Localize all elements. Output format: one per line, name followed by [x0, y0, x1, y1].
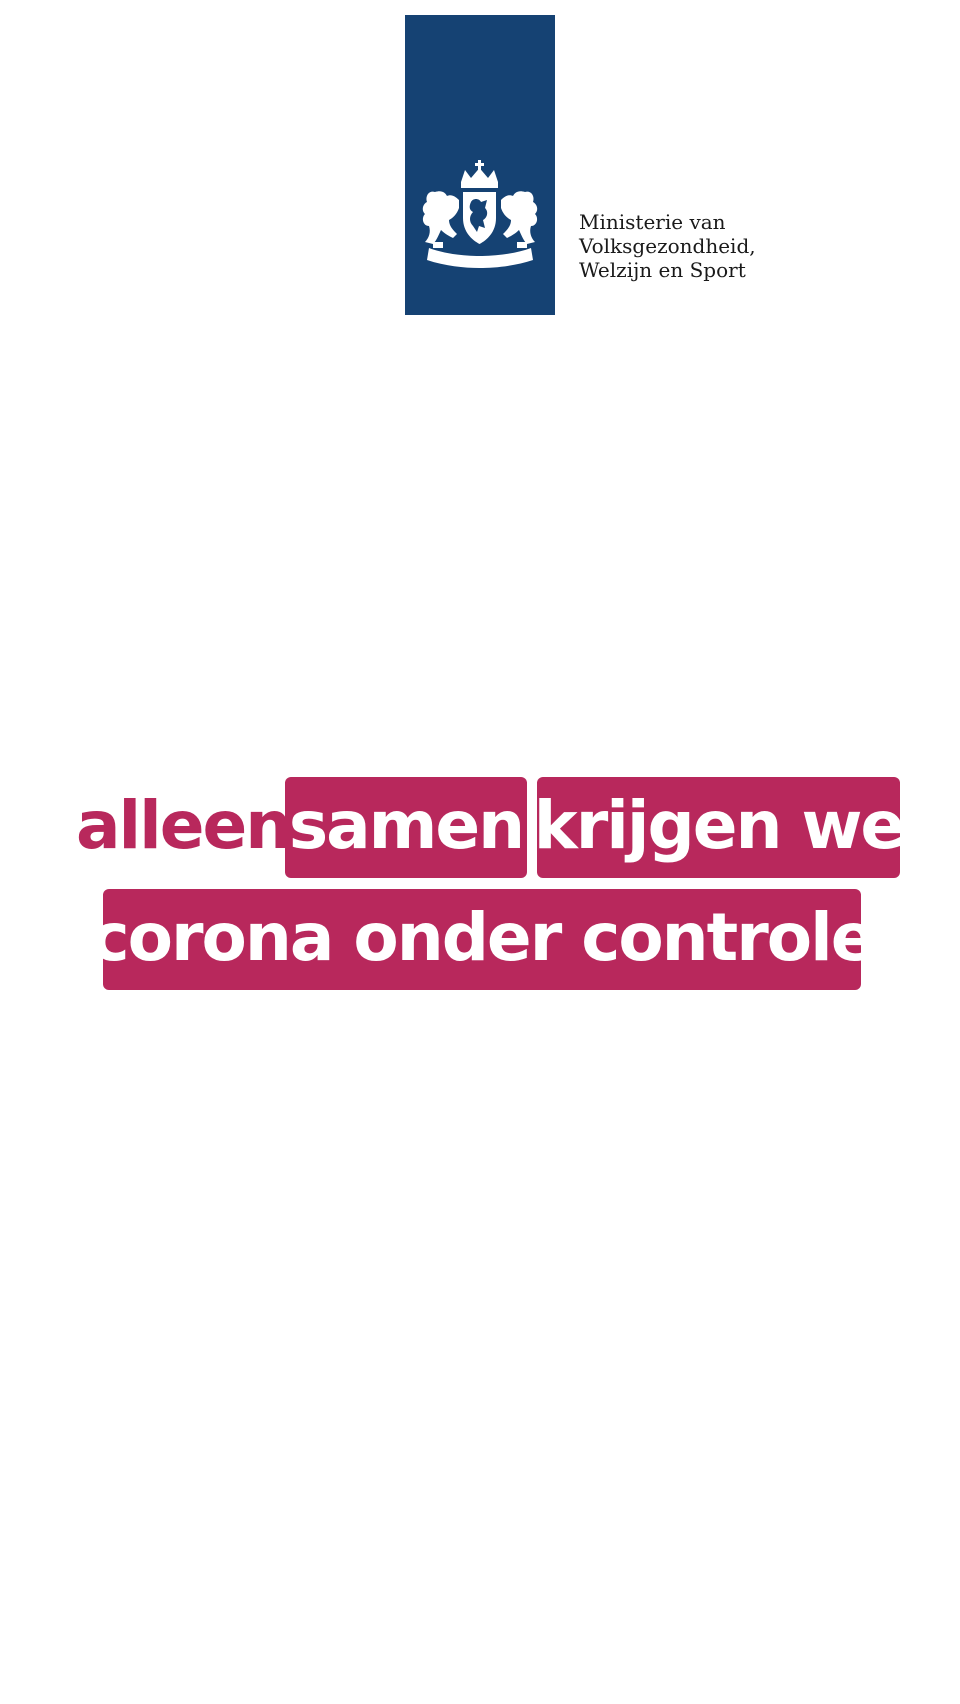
slogan-box-krijgen-we: krijgen we — [533, 777, 905, 878]
slogan-word-samen: samen — [288, 786, 525, 864]
ministry-logo-block — [405, 15, 555, 315]
slogan-word-corona-onder-controle: corona onder controle — [90, 898, 876, 976]
ministry-name-line-1: Ministerie van — [579, 210, 726, 234]
slogan-box-samen: samen — [285, 777, 527, 878]
ministry-name-line-2: Volksgezondheid, — [579, 234, 756, 258]
slogan-word-krijgen-we: krijgen we — [533, 786, 905, 864]
coat-of-arms-icon — [422, 160, 538, 268]
ministry-name: Ministerie van Volksgezondheid, Welzijn … — [579, 210, 756, 282]
slogan-word-alleen: alleen — [76, 787, 292, 864]
slogan-box-corona-onder-controle: corona onder controle — [91, 889, 876, 990]
ministry-name-line-3: Welzijn en Sport — [579, 258, 746, 282]
